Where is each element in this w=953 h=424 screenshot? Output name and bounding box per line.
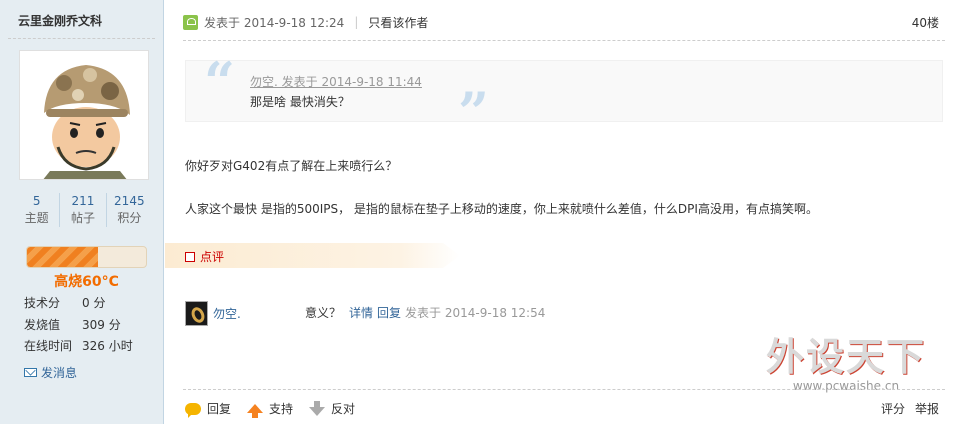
info-key: 在线时间 [24,339,73,353]
oppose-button[interactable]: 反对 [309,400,355,417]
comment-text: 意义？ [305,306,342,320]
post-time: 发表于 2014-9-18 12:24 [204,15,345,30]
quote-meta-link[interactable]: 勿空. 发表于 2014-9-18 11:44 [250,73,422,90]
mail-icon [24,368,37,377]
post-body-line-1: 你好歹对G402有点了解在上来喷行么？ [185,159,398,173]
floor-number[interactable]: 40楼 [912,14,939,31]
online-user-icon [183,14,198,30]
post-actions: 回复 支持 反对 [185,400,371,418]
divider [8,38,155,39]
quote-open-icon: “ [204,50,236,114]
info-value: 0 分 [82,296,106,310]
comment-label: 点评 [200,250,225,264]
comment-header: 点评 [185,248,224,265]
thumb-down-arrow-icon [309,401,326,416]
author-only-link[interactable]: 只看该作者 [368,14,428,31]
send-message-label: 发消息 [41,366,78,380]
send-message-link[interactable]: 发消息 [24,364,77,381]
commenter-avatar-image [186,302,207,325]
commenter-name[interactable]: 勿空. [213,305,241,322]
info-key: 发烧值 [24,318,61,332]
info-value: 309 分 [82,318,121,332]
separator: | [354,15,359,29]
stat-posts[interactable]: 211 帖子 [59,193,105,227]
stat-value[interactable]: 5 [14,193,59,209]
commenter-avatar[interactable] [185,301,208,326]
reply-label: 回复 [207,402,232,416]
watermark-url: www.pcwaishe.cn [792,379,900,393]
quote-block: “ 勿空. 发表于 2014-9-18 11:44 那是啥 最快消失？ ” [185,55,943,139]
post-body-line-2: 人家这个最快 是指的500IPS， 是指的鼠标在垫子上移动的速度，你上来就喷什么… [185,202,818,216]
watermark-logo-text: 外设天下 [765,335,926,379]
avatar[interactable] [19,50,149,180]
author-sidebar: 云里金刚乔文科 5 主题 211 帖子 2145 积分 高烧60°C 技术分 0… [0,0,164,424]
quote-close-icon: ” [458,80,490,144]
stat-threads[interactable]: 5 主题 [14,193,59,227]
author-stats: 5 主题 211 帖子 2145 积分 [14,193,152,227]
support-button[interactable]: 支持 [247,400,294,418]
thumb-up-arrow-icon [247,404,264,418]
soldier-avatar-image [20,51,148,179]
author-name[interactable]: 云里金刚乔文科 [18,12,102,29]
comment-content: 意义？ 详情 回复 发表于 2014-9-18 12:54 [305,304,545,321]
stat-value[interactable]: 211 [60,193,105,209]
comment-reply-link[interactable]: 回复 [377,304,401,321]
support-label: 支持 [269,402,294,416]
oppose-label: 反对 [331,402,356,416]
comment-detail-link[interactable]: 详情 [349,304,373,321]
heat-title: 高烧60°C [54,274,119,290]
stat-label: 主题 [24,211,49,225]
reply-bubble-icon [185,402,201,418]
comment-square-icon [185,251,195,262]
stat-points[interactable]: 2145 积分 [105,193,152,227]
divider [183,40,945,41]
info-key: 技术分 [24,296,61,310]
site-watermark: 外设天下 www.pcwaishe.cn [753,326,939,393]
stat-value[interactable]: 2145 [107,193,152,209]
quote-text: 那是啥 最快消失？ [250,95,350,109]
info-row-fever: 发烧值 309 分 [24,317,121,333]
info-row-tech: 技术分 0 分 [24,295,105,311]
post-main: 发表于 2014-9-18 12:24 | 只看该作者 40楼 “ 勿空. 发表… [165,0,953,424]
comment-time: 发表于 2014-9-18 12:54 [405,306,546,320]
heat-level-bar [26,246,147,268]
reply-button[interactable]: 回复 [185,400,232,418]
post-header: 发表于 2014-9-18 12:24 | 只看该作者 40楼 [183,12,939,32]
rate-link[interactable]: 评分 [881,400,905,417]
heat-level-fill [27,247,99,267]
stat-label: 帖子 [70,211,95,225]
divider [183,389,945,390]
report-link[interactable]: 举报 [915,400,939,417]
info-value: 326 小时 [82,339,133,353]
info-row-online: 在线时间 326 小时 [24,338,133,354]
post-secondary-actions: 评分 举报 [881,400,939,417]
stat-label: 积分 [117,211,142,225]
